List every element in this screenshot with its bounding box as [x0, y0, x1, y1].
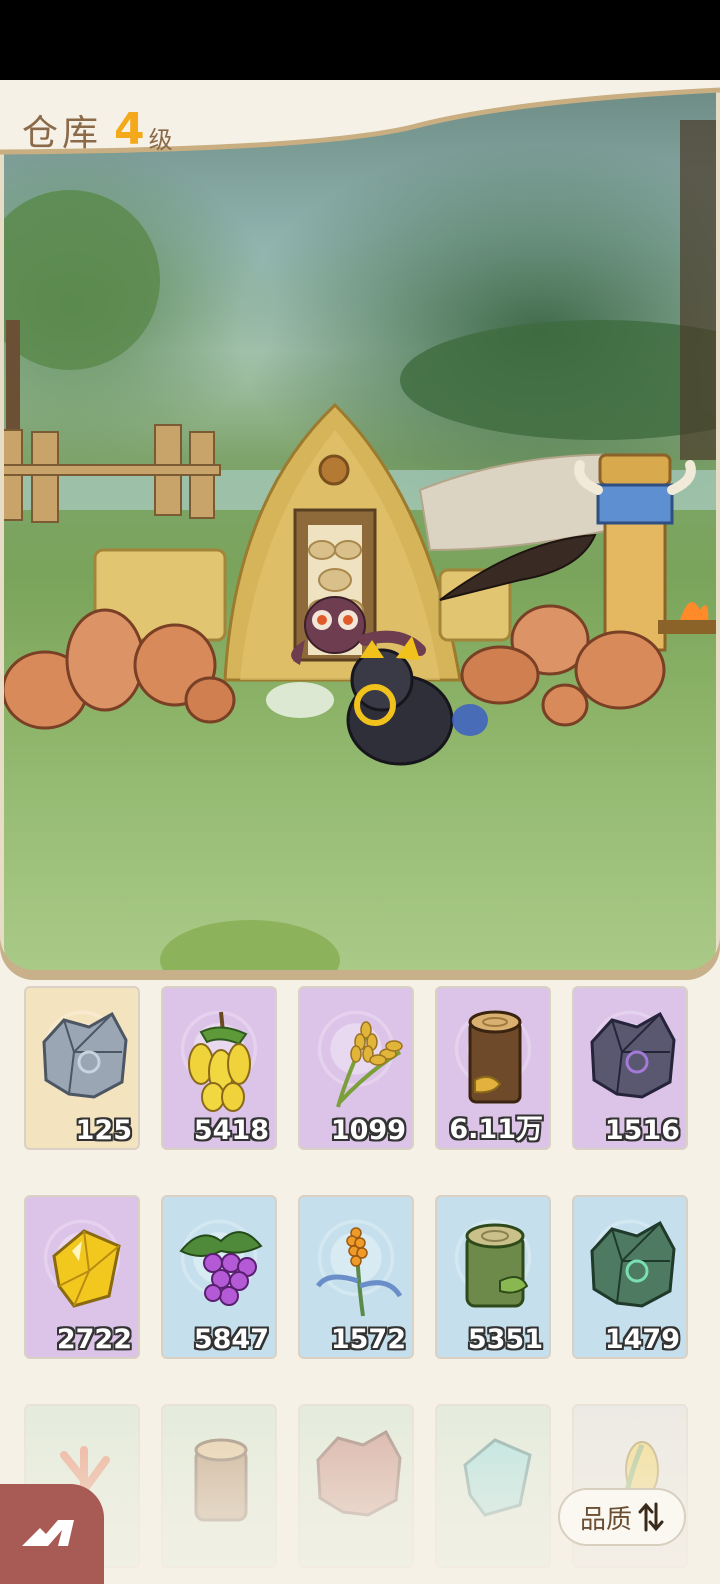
- wheat-icon: [336, 1021, 403, 1108]
- inventory-item-cut-log[interactable]: [161, 1404, 277, 1568]
- back-button[interactable]: [0, 1484, 104, 1584]
- status-bar: [0, 0, 720, 80]
- cut-log-icon: [194, 1438, 248, 1522]
- item-count: 1516: [604, 1115, 680, 1146]
- item-count: 1572: [330, 1324, 406, 1355]
- sort-quality-button[interactable]: 品质: [558, 1488, 686, 1546]
- scene-illustration: [0, 120, 720, 980]
- item-count: 1479: [604, 1324, 680, 1355]
- red-stone-icon: [316, 1429, 402, 1517]
- inventory-item-cyan-crystal[interactable]: [435, 1404, 551, 1568]
- cyan-crystal-icon: [463, 1438, 532, 1517]
- inventory-item-millet[interactable]: 1572: [298, 1195, 414, 1359]
- inventory-item-gold-crystal[interactable]: 2722: [24, 1195, 140, 1359]
- back-arrow-icon: [22, 1520, 74, 1546]
- inventory-item-wheat[interactable]: 1099: [298, 986, 414, 1150]
- banana-icon: [188, 1011, 251, 1112]
- title-text: 仓库: [22, 113, 103, 154]
- item-count: 5351: [467, 1324, 543, 1355]
- green-log-icon: [465, 1223, 529, 1308]
- inventory-item-banana[interactable]: 5418: [161, 986, 277, 1150]
- page-title: 仓库 4 级: [22, 92, 173, 155]
- level-number: 4: [114, 104, 145, 155]
- green-stone-icon: [590, 1220, 676, 1308]
- inventory-item-grey-stone[interactable]: 125: [24, 986, 140, 1150]
- item-count: 1099: [330, 1115, 406, 1146]
- level-unit: 级: [148, 126, 173, 154]
- wood-log-icon: [468, 1010, 522, 1104]
- item-count: 2722: [56, 1324, 132, 1355]
- sort-arrows-icon: [638, 1502, 664, 1532]
- grey-stone-icon: [42, 1011, 128, 1099]
- item-count: 5418: [193, 1115, 269, 1146]
- item-count: 5847: [193, 1324, 269, 1355]
- inventory-item-red-stone[interactable]: [298, 1404, 414, 1568]
- gold-crystal-icon: [52, 1229, 121, 1308]
- inventory-item-dark-stone[interactable]: 1516: [572, 986, 688, 1150]
- item-count: 125: [75, 1115, 132, 1146]
- inventory-item-green-log[interactable]: 5351: [435, 1195, 551, 1359]
- inventory-item-wood-log[interactable]: 6.11万: [435, 986, 551, 1150]
- inventory-item-green-stone[interactable]: 1479: [572, 1195, 688, 1359]
- inventory-item-grape[interactable]: 5847: [161, 1195, 277, 1359]
- grape-icon: [179, 1231, 263, 1306]
- millet-icon: [315, 1227, 403, 1317]
- dark-stone-icon: [590, 1011, 676, 1099]
- warehouse-scene: [0, 80, 720, 980]
- item-count: 6.11万: [449, 1114, 543, 1145]
- sort-label: 品质: [579, 1504, 632, 1535]
